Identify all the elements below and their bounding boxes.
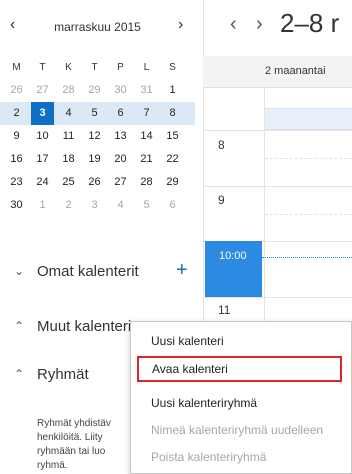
week-row: 9 10 11 12 13 14 15: [5, 125, 190, 148]
day-cell[interactable]: 30: [5, 194, 28, 217]
day-cell[interactable]: 22: [161, 148, 184, 171]
day-cell[interactable]: 5: [135, 194, 158, 217]
day-cell[interactable]: 19: [83, 148, 106, 171]
day-cell[interactable]: 31: [135, 79, 158, 102]
menu-item-rename-calendar-group: Nimeä kalenteriryhmä uudelleen: [151, 423, 324, 437]
day-cell[interactable]: 6: [161, 194, 184, 217]
chevron-up-icon[interactable]: ⌃: [14, 319, 24, 333]
week-row: 30 1 2 3 4 5 6: [5, 194, 190, 217]
context-menu: Uusi kalenteri Avaa kalenteri Uusi kalen…: [130, 321, 352, 474]
day-cell-selected[interactable]: 3: [31, 102, 54, 125]
weekday-label: L: [143, 62, 150, 73]
day-header-label: 2 maanantai: [265, 65, 326, 77]
day-cell[interactable]: 3: [83, 194, 106, 217]
other-calendars-label: Muut kalenterit: [37, 317, 136, 335]
weekday-label: T: [39, 62, 46, 73]
menu-item-delete-calendar-group: Poista kalenteriryhmä: [151, 450, 267, 464]
day-cell[interactable]: 9: [5, 125, 28, 148]
week-row: 23 24 25 26 27 28 29: [5, 171, 190, 194]
day-header[interactable]: 2 maanantai: [203, 56, 352, 88]
all-day-slot[interactable]: [265, 108, 352, 130]
week-row: 26 27 28 29 30 31 1: [5, 79, 190, 102]
day-cell[interactable]: 23: [5, 171, 28, 194]
day-cell[interactable]: 21: [135, 148, 158, 171]
day-cell[interactable]: 5: [83, 102, 106, 125]
day-cell[interactable]: 29: [161, 171, 184, 194]
day-cell[interactable]: 4: [109, 194, 132, 217]
hour-label: 11: [218, 303, 231, 317]
current-hour-label: 10:00: [219, 250, 247, 262]
day-cell[interactable]: 13: [109, 125, 132, 148]
day-cell[interactable]: 4: [57, 102, 80, 125]
chevron-up-icon[interactable]: ⌃: [14, 367, 24, 381]
day-cell[interactable]: 12: [83, 125, 106, 148]
current-time-line: [262, 257, 352, 258]
day-cell[interactable]: 25: [57, 171, 80, 194]
hour-label: 8: [218, 138, 225, 152]
chevron-right-icon[interactable]: ›: [256, 12, 263, 36]
day-cell[interactable]: 11: [57, 125, 80, 148]
day-cell[interactable]: 27: [31, 79, 54, 102]
day-cell[interactable]: 28: [135, 171, 158, 194]
my-calendars-group[interactable]: ⌄ Omat kalenterit +: [0, 259, 195, 283]
day-cell[interactable]: 16: [5, 148, 28, 171]
groups-label: Ryhmät: [37, 365, 89, 383]
day-cell[interactable]: 29: [83, 79, 106, 102]
day-cell[interactable]: 27: [109, 171, 132, 194]
weekday-label: P: [117, 62, 124, 73]
day-cell[interactable]: 2: [57, 194, 80, 217]
day-cell[interactable]: 1: [161, 79, 184, 102]
day-cell[interactable]: 20: [109, 148, 132, 171]
day-cell[interactable]: 8: [161, 102, 184, 125]
hour-gridline: [203, 130, 352, 131]
day-cell[interactable]: 24: [31, 171, 54, 194]
chevron-down-icon[interactable]: ⌄: [14, 264, 24, 278]
hour-gridline: [203, 297, 352, 298]
half-hour-gridline: [265, 214, 352, 215]
mini-calendar-grid: M T K T P L S 26 27 28 29 30 31 1 2 3 4 …: [0, 56, 195, 217]
day-cell[interactable]: 28: [57, 79, 80, 102]
day-cell[interactable]: 15: [161, 125, 184, 148]
weekday-label: M: [12, 62, 21, 73]
weekday-label: T: [91, 62, 98, 73]
day-cell[interactable]: 7: [135, 102, 158, 125]
day-cell[interactable]: 6: [109, 102, 132, 125]
weekday-label: S: [169, 62, 176, 73]
day-cell[interactable]: 1: [31, 194, 54, 217]
week-range-title: 2–8 r: [280, 8, 340, 38]
current-hour-marker: 10:00: [205, 241, 262, 297]
chevron-right-icon[interactable]: ›: [178, 17, 183, 33]
half-hour-gridline: [265, 158, 352, 159]
day-cell[interactable]: 18: [57, 148, 80, 171]
mini-calendar-header: ‹ marraskuu 2015 ›: [0, 0, 195, 50]
hour-gridline: [203, 186, 352, 187]
week-row: 16 17 18 19 20 21 22: [5, 148, 190, 171]
plus-icon[interactable]: +: [176, 260, 188, 280]
chevron-left-icon[interactable]: ‹: [230, 12, 237, 36]
my-calendars-label: Omat kalenterit: [37, 262, 139, 280]
day-cell[interactable]: 2: [5, 102, 28, 125]
menu-item-new-calendar[interactable]: Uusi kalenteri: [131, 328, 352, 354]
day-cell[interactable]: 14: [135, 125, 158, 148]
day-cell[interactable]: 17: [31, 148, 54, 171]
day-cell[interactable]: 10: [31, 125, 54, 148]
menu-item-open-calendar[interactable]: Avaa kalenteri: [137, 356, 342, 382]
hour-label: 9: [218, 193, 225, 207]
day-cell[interactable]: 26: [5, 79, 28, 102]
menu-item-new-calendar-group[interactable]: Uusi kalenteriryhmä: [131, 390, 352, 416]
weekday-header-row: M T K T P L S: [5, 56, 190, 79]
day-cell[interactable]: 26: [83, 171, 106, 194]
mini-calendar-month[interactable]: marraskuu 2015: [0, 20, 195, 34]
day-cell[interactable]: 30: [109, 79, 132, 102]
weekday-label: K: [65, 62, 72, 73]
week-row-selected: 2 3 4 5 6 7 8: [0, 102, 195, 125]
